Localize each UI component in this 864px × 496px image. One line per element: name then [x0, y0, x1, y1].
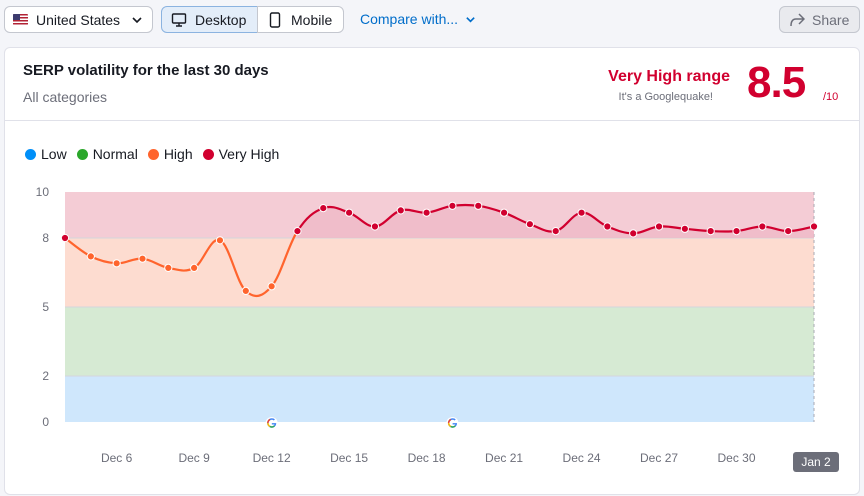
- y-tick-label: 2: [42, 369, 49, 383]
- data-point: [499, 208, 509, 217]
- y-tick-label: 0: [42, 415, 49, 429]
- x-tick-label: Dec 18: [408, 451, 446, 465]
- chevron-down-icon: [132, 17, 142, 24]
- data-point: [60, 233, 70, 243]
- x-tick-label: Dec 30: [718, 451, 756, 465]
- mobile-icon: [269, 11, 281, 28]
- data-point: [319, 204, 328, 213]
- serp-volatility-card: SERP volatility for the last 30 days All…: [4, 47, 860, 495]
- data-point: [809, 222, 819, 231]
- x-tick-label: Dec 21: [485, 451, 523, 465]
- mobile-label: Mobile: [291, 11, 333, 28]
- data-point: [706, 227, 715, 236]
- google-update-icon: [265, 417, 278, 429]
- current-date-badge: Jan 2: [793, 452, 839, 472]
- data-point: [370, 222, 380, 231]
- country-select[interactable]: United States: [4, 6, 153, 33]
- compare-with-dropdown[interactable]: Compare with...: [360, 11, 476, 27]
- data-point: [422, 208, 431, 217]
- data-point: [474, 201, 483, 210]
- data-point: [680, 224, 689, 233]
- share-label: Share: [812, 11, 850, 28]
- data-point: [86, 252, 95, 261]
- x-tick-label: Dec 24: [563, 451, 601, 465]
- data-point: [190, 263, 199, 272]
- x-tick-label: Dec 12: [253, 451, 291, 465]
- data-point: [784, 227, 793, 236]
- band-high: [65, 238, 814, 307]
- y-tick-label: 8: [42, 231, 49, 245]
- country-label: United States: [36, 11, 121, 28]
- data-point: [112, 259, 121, 268]
- data-point: [448, 201, 457, 210]
- desktop-toggle[interactable]: Desktop: [161, 6, 258, 33]
- volatility-chart: 0 2 5 8 10 Dec 6 Dec 9 Dec 12 Dec 15 Dec 18 Dec 21…: [36, 185, 819, 465]
- mobile-toggle[interactable]: Mobile: [257, 6, 344, 33]
- google-update-icon: [446, 417, 459, 429]
- x-tick-label: Dec 6: [101, 451, 133, 465]
- y-tick-label: 10: [36, 185, 50, 199]
- data-point: [396, 206, 405, 215]
- x-tick-label: Dec 9: [178, 451, 210, 465]
- data-point: [138, 254, 147, 263]
- data-point: [654, 222, 664, 231]
- data-point: [577, 208, 586, 217]
- band-normal: [65, 307, 814, 376]
- data-point: [215, 236, 225, 245]
- share-button[interactable]: Share: [779, 6, 860, 33]
- data-point: [164, 263, 173, 272]
- data-point: [267, 282, 276, 291]
- compare-label: Compare with...: [360, 11, 459, 27]
- x-tick-label: Dec 27: [640, 451, 678, 465]
- share-icon: [790, 12, 805, 26]
- data-point: [241, 286, 250, 295]
- desktop-label: Desktop: [195, 11, 247, 28]
- data-point: [758, 222, 767, 231]
- x-tick-label: Dec 15: [330, 451, 368, 465]
- data-point: [732, 227, 741, 236]
- band-low: [65, 376, 814, 422]
- toolbar: United States Desktop Mobile Compare wit…: [0, 0, 864, 38]
- data-point: [629, 229, 638, 238]
- desktop-icon: [171, 12, 187, 27]
- chevron-down-icon: [466, 16, 475, 23]
- data-point: [345, 208, 354, 217]
- us-flag-icon: [13, 14, 28, 25]
- data-point: [293, 227, 302, 236]
- y-tick-label: 5: [42, 300, 49, 314]
- data-point: [603, 222, 612, 231]
- data-point: [551, 227, 560, 236]
- data-point: [525, 220, 534, 229]
